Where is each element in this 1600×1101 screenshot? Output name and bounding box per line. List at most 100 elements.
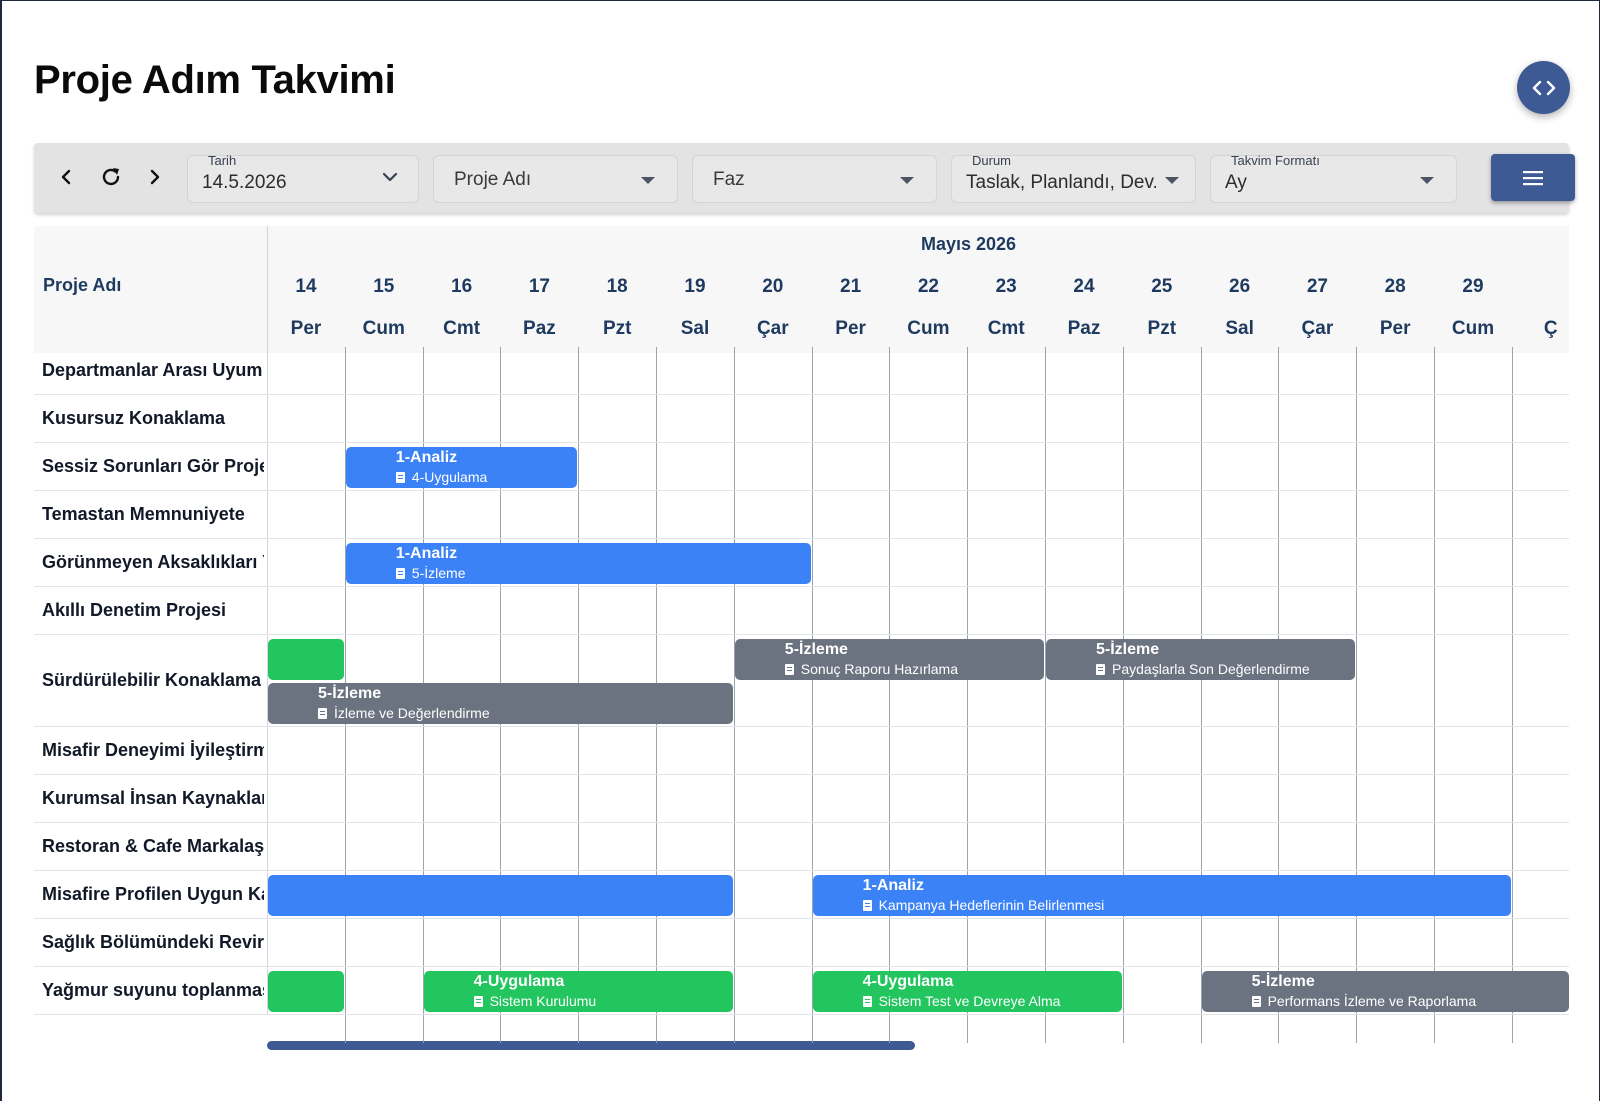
row-divider — [34, 394, 1569, 395]
event-subtitle: Sistem Test ve Devreye Alma — [878, 993, 1061, 1009]
document-icon — [1096, 663, 1105, 675]
document-icon — [784, 663, 794, 675]
row-divider — [34, 634, 1569, 635]
project-row-label[interactable]: Sürdürülebilir Konaklama P — [42, 670, 264, 691]
project-row-label[interactable]: Misafire Profilen Uygun Kar — [42, 884, 264, 905]
row-divider — [34, 1014, 1569, 1015]
event-bar[interactable]: 4-Uygulama Sistem Test ve Devreye Alma — [812, 971, 1122, 1012]
next-button[interactable] — [134, 157, 174, 197]
event-title: 5-İzleme — [1251, 973, 1315, 990]
project-row-label[interactable]: Sağlık Bölümündeki Revirin — [42, 932, 264, 953]
status-select-label: Durum — [972, 153, 1012, 168]
day-number: 18 — [606, 276, 628, 297]
menu-button[interactable] — [1491, 154, 1575, 201]
event-title: 5-İzleme — [784, 641, 848, 658]
calendar-format-select[interactable]: Takvim Formatı Ay — [1210, 153, 1457, 203]
horizontal-scrollbar[interactable] — [267, 1041, 915, 1050]
event-title: 5-İzleme — [1096, 641, 1160, 658]
caret-down-icon — [900, 177, 914, 184]
event-bar[interactable]: 1-Analiz Kampanya Hedeflerinin Belirlenme… — [812, 875, 1511, 916]
day-number: 14 — [295, 276, 317, 297]
caret-down-icon — [1165, 177, 1179, 184]
project-row-label[interactable]: Temastan Memnuniyete — [42, 504, 264, 525]
event-title: 4-Uygulama — [473, 973, 565, 990]
project-row-label[interactable]: Kusursuz Konaklama — [42, 408, 264, 429]
event-subtitle-row: 5-İzleme — [395, 565, 465, 581]
event-bar[interactable] — [268, 875, 733, 916]
refresh-icon — [102, 168, 120, 186]
event-bar[interactable]: 1-Analiz 4-Uygulama — [345, 447, 578, 488]
phase-select[interactable]: Faz — [692, 155, 937, 203]
row-divider — [34, 726, 1569, 727]
refresh-button[interactable] — [91, 157, 131, 197]
row-divider — [34, 442, 1569, 443]
calendar-grid: Proje Adı Mayıs 2026 14 Per 15 Cum 16 Cmt 17 Pa… — [34, 226, 1569, 1064]
event-bar[interactable] — [268, 971, 344, 1012]
day-column-line — [1201, 347, 1202, 1043]
project-row-label[interactable]: Yağmur suyunu toplanması — [42, 980, 264, 1001]
day-number: 24 — [1073, 276, 1095, 297]
event-subtitle: İzleme ve Değerlendirme — [334, 705, 490, 721]
project-row-label[interactable]: Misafir Deneyimi İyileştirme — [42, 740, 264, 761]
day-name: Pzt — [602, 318, 632, 339]
previous-button[interactable] — [47, 157, 87, 197]
day-number: 25 — [1151, 276, 1173, 297]
day-number: 15 — [373, 276, 395, 297]
page-title: Proje Adım Takvimi — [34, 58, 396, 102]
phase-select-placeholder: Faz — [713, 169, 745, 190]
row-divider — [34, 490, 1569, 491]
date-field[interactable]: Tarih 14.5.2026 — [187, 153, 419, 203]
day-number: 17 — [528, 276, 550, 297]
event-bar[interactable]: 5-İzleme Performans İzleme ve Raporlama — [1201, 971, 1569, 1012]
chevron-left-icon — [61, 169, 71, 185]
event-subtitle: Kampanya Hedeflerinin Belirlenmesi — [878, 897, 1105, 913]
event-bar[interactable]: 5-İzleme İzleme ve Değerlendirme — [268, 683, 733, 724]
project-column-header: Proje Adı — [43, 275, 122, 295]
status-select[interactable]: Durum Taslak, Planlandı, Dev... — [951, 153, 1196, 203]
project-row-label[interactable]: Görünmeyen Aksaklıkları Ya — [42, 552, 264, 573]
project-select[interactable]: Proje Adı — [433, 155, 678, 203]
day-number: 22 — [917, 276, 939, 297]
event-title: 1-Analiz — [395, 449, 458, 466]
day-name: Per — [290, 318, 322, 339]
day-name: Cum — [362, 318, 405, 339]
project-row-label[interactable]: Departmanlar Arası Uyum P — [42, 360, 264, 381]
day-number: 20 — [762, 276, 784, 297]
day-name: Cum — [1451, 318, 1495, 339]
event-subtitle-row: Sistem Test ve Devreye Alma — [862, 993, 1061, 1009]
day-name: Per — [1379, 318, 1411, 339]
row-divider — [34, 538, 1569, 539]
project-row-label[interactable]: Sessiz Sorunları Gör Projes — [42, 456, 264, 477]
month-label: Mayıs 2026 — [921, 234, 1017, 254]
row-divider — [34, 918, 1569, 919]
document-icon — [395, 567, 405, 579]
project-row-label[interactable]: Kurumsal İnsan Kaynakları — [42, 788, 264, 809]
project-select-placeholder: Proje Adı — [454, 169, 532, 190]
caret-down-icon — [641, 177, 655, 184]
filter-toolbar: Tarih 14.5.2026 Proje Adı Faz Durum Tasl… — [34, 143, 1575, 213]
event-bar[interactable]: 4-Uygulama Sistem Kurulumu — [423, 971, 733, 1012]
code-toggle-button[interactable] — [1517, 61, 1570, 114]
day-number: 26 — [1229, 276, 1251, 297]
day-name: Çar — [1301, 318, 1334, 339]
day-number: 28 — [1384, 276, 1406, 297]
window-border-left — [0, 0, 2, 1101]
day-name: Çar — [756, 318, 789, 339]
date-field-value: 14.5.2026 — [202, 172, 287, 193]
row-divider — [34, 822, 1569, 823]
day-number: 23 — [995, 276, 1017, 297]
day-name: Cmt — [987, 318, 1025, 339]
document-icon — [318, 707, 327, 719]
event-bar[interactable]: 5-İzleme Paydaşlarla Son Değerlendirme — [1046, 639, 1356, 680]
project-row-label[interactable]: Restoran & Cafe Markalaşm — [42, 836, 264, 857]
event-bar[interactable] — [268, 639, 344, 680]
project-row-label[interactable]: Akıllı Denetim Projesi — [42, 600, 264, 621]
document-icon — [395, 471, 405, 483]
day-name: Sal — [1225, 318, 1254, 339]
event-bar[interactable]: 5-İzleme Sonuç Raporu Hazırlama — [734, 639, 1044, 680]
event-subtitle-row: Sonuç Raporu Hazırlama — [784, 661, 958, 677]
day-column-line — [1512, 347, 1513, 1043]
document-icon — [1251, 995, 1261, 1007]
event-bar[interactable]: 1-Analiz 5-İzleme — [345, 543, 811, 584]
day-name: Ç — [1543, 318, 1558, 339]
